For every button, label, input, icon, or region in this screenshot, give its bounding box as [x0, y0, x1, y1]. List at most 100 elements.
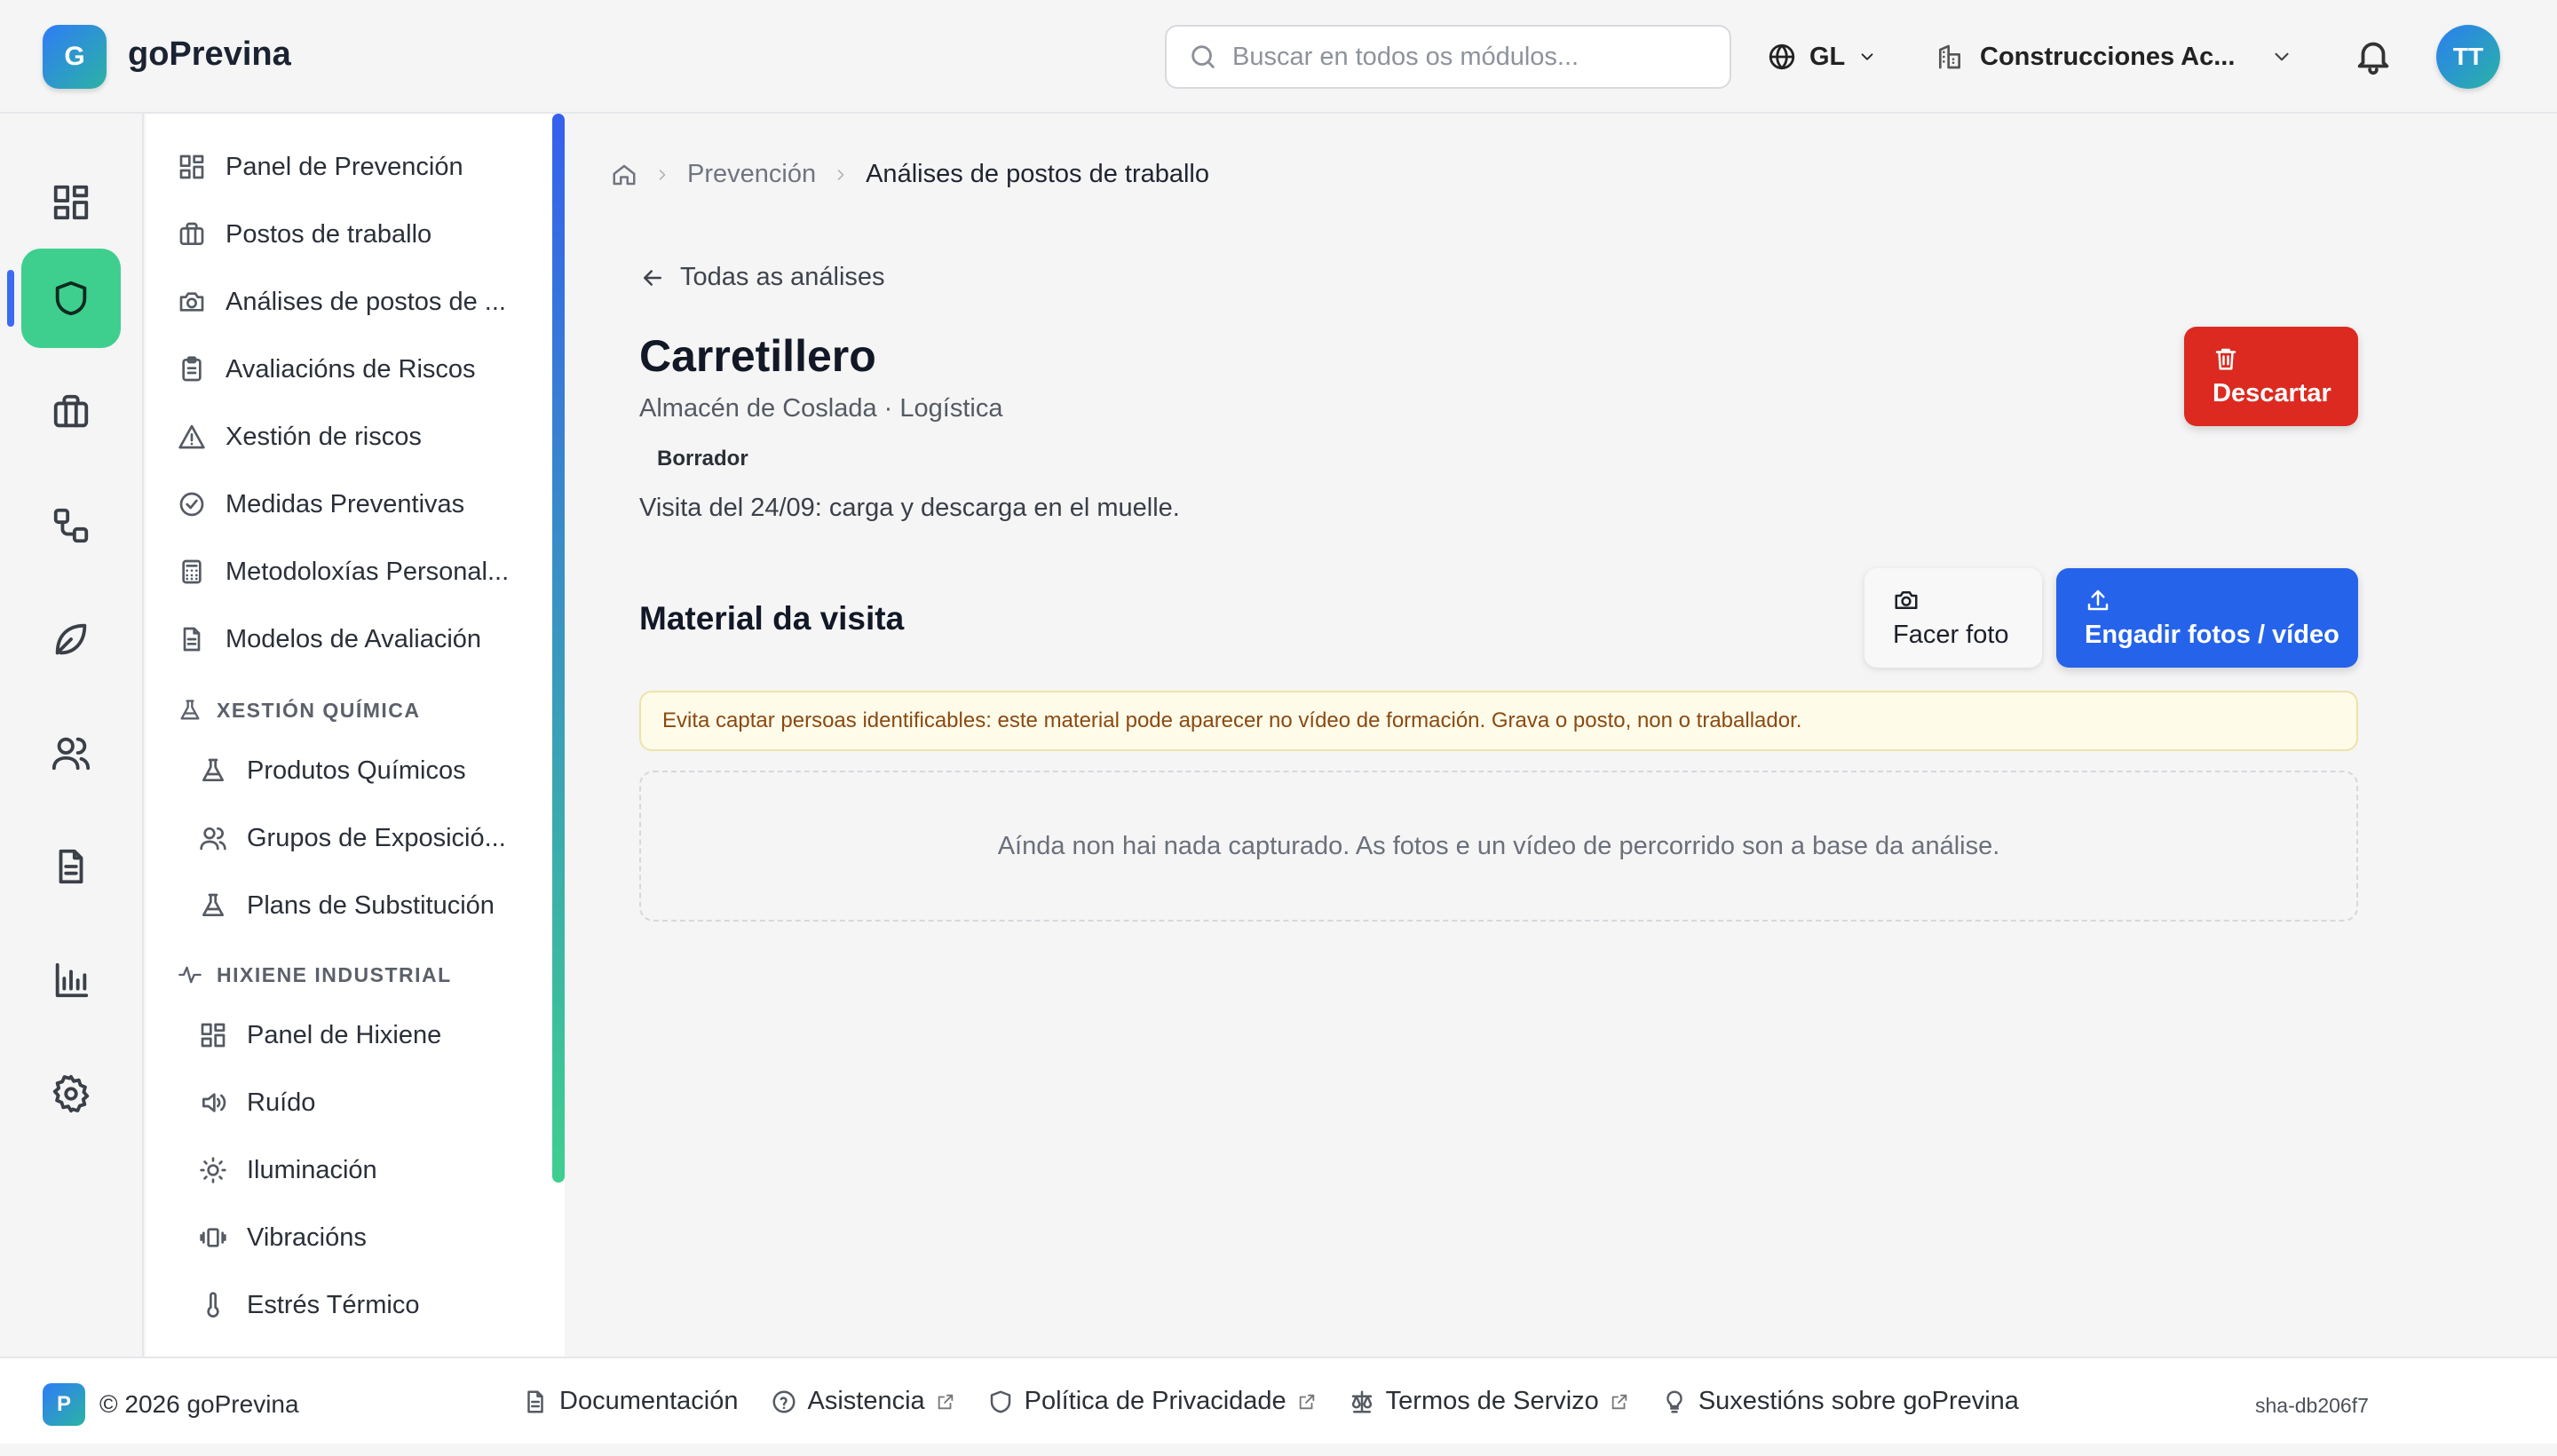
nav-item-prevention-panel[interactable]: Panel de Prevención	[178, 146, 463, 188]
nav-item-label: Ruído	[247, 1088, 316, 1117]
globe-icon	[1769, 44, 1795, 70]
nav-item-label: Metodoloxías Personal...	[226, 557, 510, 586]
home-icon[interactable]	[611, 162, 637, 188]
dashboard-icon	[53, 185, 89, 220]
media-dropzone[interactable]: Aínda non hai nada capturado. As fotos e…	[639, 771, 2358, 922]
take-photo-button[interactable]: Facer foto	[1864, 568, 2042, 668]
nav-item-noise[interactable]: Ruído	[199, 1081, 315, 1124]
status-badge: Borrador	[639, 439, 766, 479]
user-avatar[interactable]: TT	[2436, 25, 2500, 89]
document-icon	[183, 627, 201, 652]
rail-workflow[interactable]	[21, 476, 121, 575]
nav-item-risk-management[interactable]: Xestión de riscos	[178, 415, 422, 458]
footer-link-label: Suxestións sobre goPrevina	[1698, 1387, 2019, 1415]
footer-link-support[interactable]: Asistencia	[771, 1387, 955, 1416]
upload-media-button[interactable]: Engadir fotos / vídeo	[2056, 568, 2358, 668]
users-icon	[200, 827, 226, 851]
rail-people[interactable]	[21, 703, 121, 803]
organization-selector[interactable]: Construcciones Ac...	[1936, 36, 2293, 78]
breadcrumb-current: Análises de postos de traballo	[866, 160, 1210, 188]
footer-link-terms[interactable]: Termos de Servizo	[1349, 1387, 1629, 1416]
nav-section-hygiene: HIXIENE INDUSTRIAL	[178, 957, 452, 993]
clipboard-icon	[182, 356, 202, 382]
rail-reports[interactable]	[21, 930, 121, 1030]
discard-button-label: Descartar	[2213, 378, 2331, 408]
nav-item-risk-assessments[interactable]: Avaliacións de Riscos	[178, 348, 476, 391]
nav-item-label: Panel de Prevención	[226, 152, 463, 181]
global-search[interactable]	[1165, 25, 1731, 89]
copyright: © 2026 goPrevina	[99, 1390, 299, 1418]
nav-item-label: Análises de postos de ...	[226, 287, 506, 316]
breadcrumb-parent[interactable]: Prevención	[687, 160, 816, 189]
footer-link-suggestions[interactable]: Suxestións sobre goPrevina	[1661, 1387, 2019, 1416]
app-logo[interactable]: G	[43, 25, 107, 89]
chevron-right-icon	[837, 169, 844, 180]
rail-documents[interactable]	[21, 817, 121, 916]
external-link-icon	[1299, 1394, 1314, 1409]
leaf-icon	[55, 623, 87, 655]
app-title[interactable]: goPrevina	[128, 36, 291, 74]
breadcrumb: Prevención Análises de postos de traball…	[611, 160, 1209, 189]
search-icon	[1191, 45, 1215, 68]
nav-item-exposure-groups[interactable]: Grupos de Exposició...	[199, 817, 506, 859]
nav-item-label: Grupos de Exposició...	[247, 823, 506, 852]
speaker-icon	[202, 1093, 226, 1112]
rail-dashboard[interactable]	[21, 153, 121, 252]
nav-item-workplace-analyses[interactable]: Análises de postos de ...	[178, 281, 506, 323]
lightbulb-icon	[1666, 1389, 1682, 1412]
nav-item-label: Estrés Térmico	[247, 1290, 420, 1319]
document-icon	[59, 849, 83, 884]
nav-item-lighting[interactable]: Iluminación	[199, 1149, 377, 1191]
footer-link-privacy[interactable]: Política de Privacidade	[987, 1387, 1317, 1416]
camera-icon	[179, 292, 204, 312]
rail-workplaces[interactable]	[21, 362, 121, 462]
external-link-icon	[938, 1394, 953, 1409]
sun-icon	[200, 1157, 226, 1183]
footer-link-label: Termos de Servizo	[1385, 1387, 1599, 1415]
nav-item-label: Avaliacións de Riscos	[226, 354, 476, 384]
workflow-icon	[53, 508, 89, 543]
flask-icon	[180, 700, 200, 720]
back-link-label: Todas as análises	[680, 263, 885, 291]
nav-item-chemical-products[interactable]: Produtos Químicos	[199, 749, 466, 792]
document-icon	[527, 1390, 543, 1412]
nav-item-vibrations[interactable]: Vibracións	[199, 1216, 367, 1259]
language-selector[interactable]: GL	[1767, 36, 1877, 78]
footer: P © 2026 goPrevina Documentación Asisten…	[0, 1357, 2557, 1444]
back-to-analyses-link[interactable]: Todas as análises	[639, 263, 885, 292]
nav-item-substitution-plans[interactable]: Plans de Substitución	[199, 884, 495, 927]
chevron-right-icon	[659, 169, 666, 180]
nav-item-label: Iluminación	[247, 1155, 377, 1184]
nav-item-workplaces[interactable]: Postos de traballo	[178, 213, 431, 256]
arrow-left-icon	[644, 269, 661, 286]
nav-section-chemical: XESTIÓN QUÍMICA	[178, 692, 421, 728]
upload-media-label: Engadir fotos / vídeo	[2085, 620, 2339, 649]
rail-active-indicator	[7, 270, 14, 327]
rail-settings[interactable]	[21, 1044, 121, 1143]
nav-item-preventive-measures[interactable]: Medidas Preventivas	[178, 483, 464, 526]
nav-item-evaluation-models[interactable]: Modelos de Avaliación	[178, 618, 481, 661]
chevron-down-icon	[1861, 53, 1873, 60]
upload-icon	[2087, 590, 2109, 610]
bell-icon[interactable]	[2353, 36, 2394, 76]
nav-scrollbar[interactable]	[552, 114, 565, 1183]
trash-icon	[2215, 348, 2236, 369]
rail-prevention[interactable]	[21, 249, 121, 348]
gear-icon	[52, 1074, 90, 1113]
nav-item-hygiene-panel[interactable]: Panel de Hixiene	[199, 1014, 441, 1056]
main-content: Prevención Análises de postos de traball…	[566, 114, 2557, 1357]
activity-icon	[178, 966, 202, 984]
footer-link-label: Asistencia	[807, 1387, 925, 1415]
footer-links: Documentación Asistencia Política de Pri…	[522, 1387, 2019, 1416]
footer-link-documentation[interactable]: Documentación	[522, 1387, 739, 1416]
discard-button[interactable]: Descartar	[2184, 327, 2358, 426]
rail-environment[interactable]	[21, 590, 121, 689]
module-rail	[0, 114, 144, 1357]
briefcase-icon	[179, 222, 204, 245]
build-version: sha-db206f7	[2255, 1394, 2369, 1417]
nav-item-thermal-stress[interactable]: Estrés Térmico	[199, 1284, 419, 1326]
nav-item-methodologies[interactable]: Metodoloxías Personal...	[178, 550, 509, 593]
footer-logo: P	[43, 1383, 85, 1426]
search-input[interactable]	[1232, 42, 1694, 72]
analysis-description: Visita del 24/09: carga y descarga en el…	[639, 494, 1180, 522]
